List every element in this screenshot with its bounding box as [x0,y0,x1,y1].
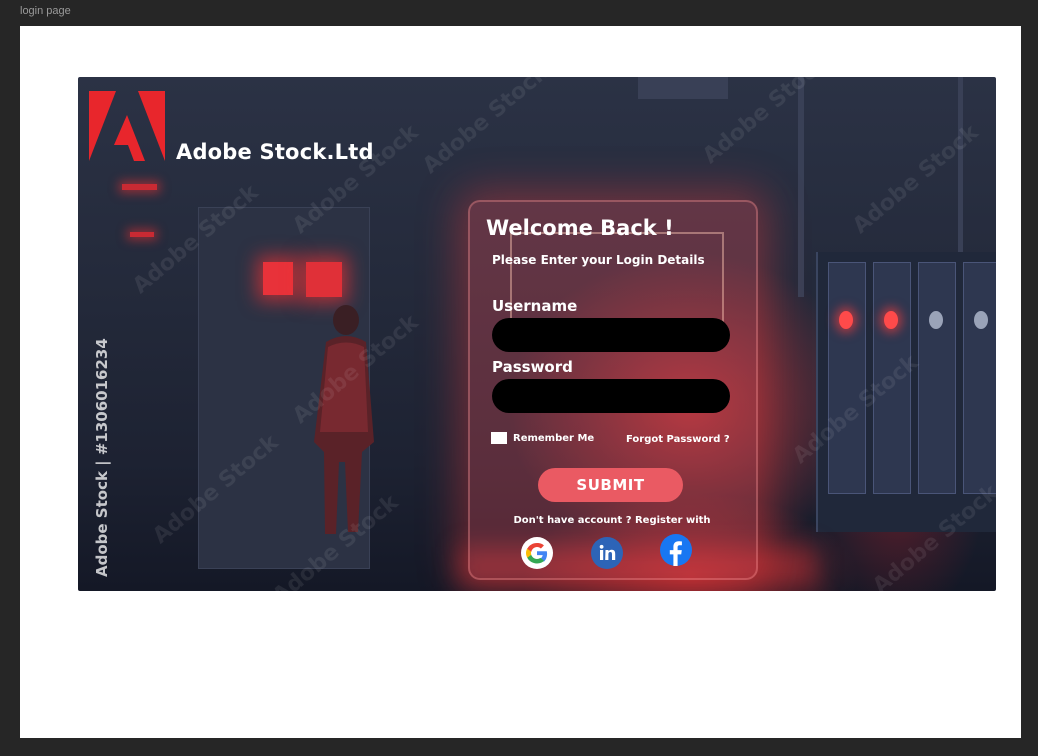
google-login-button[interactable] [521,537,553,569]
facebook-login-button[interactable] [660,534,692,566]
submit-button[interactable]: SUBMIT [538,468,683,502]
brand-name: Adobe Stock.Ltd [176,140,374,164]
remember-me[interactable]: Remember Me [491,432,594,444]
background-pipe [958,77,963,277]
stock-caption: Adobe Stock | #1306016234 [93,338,111,577]
login-card: Welcome Back ! Please Enter your Login D… [468,200,758,580]
password-input[interactable] [492,379,730,413]
background-vent [638,77,728,99]
adobe-logo-icon [89,91,165,161]
background-red-panel [263,262,293,295]
page-title: Welcome Back ! [486,216,674,240]
watermark: Adobe Stock [418,77,554,180]
forgot-password-link[interactable]: Forgot Password ? [626,434,730,445]
remember-label: Remember Me [513,432,595,444]
background-red-panel [306,262,342,297]
login-hero: Adobe Stock Adobe Stock Adobe Stock Adob… [78,77,996,591]
remember-checkbox[interactable] [491,432,507,444]
linkedin-login-button[interactable] [591,537,623,569]
background-pipe [798,77,804,297]
facebook-icon [660,534,692,566]
username-label: Username [492,297,578,315]
username-input[interactable] [492,318,730,352]
page-subtitle: Please Enter your Login Details [492,253,705,267]
register-text: Don't have account ? Register with [513,515,711,526]
background-lamp [130,232,154,237]
background-machines [816,252,996,532]
google-icon [521,537,553,569]
frame-label: login page [20,5,71,17]
linkedin-icon [591,537,623,569]
background-lamp [122,184,157,190]
password-label: Password [492,358,573,376]
